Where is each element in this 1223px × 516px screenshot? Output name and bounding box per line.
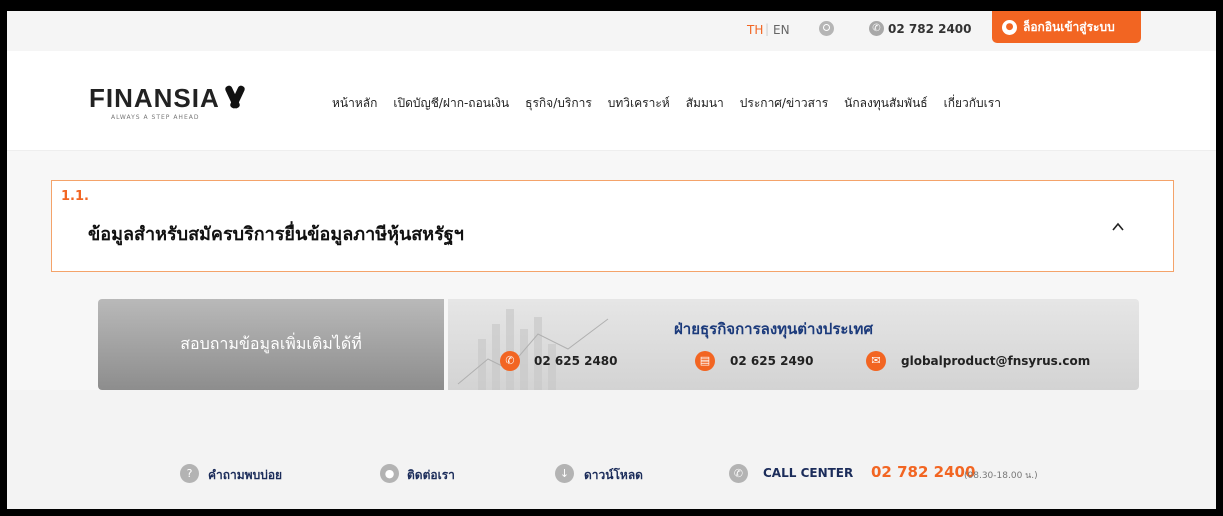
ribbon-icon	[224, 83, 246, 109]
accordion-section[interactable]: 1.1. ข้อมูลสำหรับสมัครบริการยื่นข้อมูลภา…	[51, 180, 1174, 272]
contact-email[interactable]: globalproduct@fnsyrus.com	[901, 354, 1090, 368]
footer-links: ? คำถามพบบ่อย ● ติดต่อเรา ↓ ดาวน์โหลด ✆ …	[7, 390, 1216, 509]
lock-icon: ●	[1002, 19, 1017, 35]
contact-details: ฝ่ายธุรกิจการลงทุนต่างประเทศ ✆ 02 625 24…	[448, 299, 1139, 390]
question-icon: ?	[180, 464, 199, 483]
nav-item-about[interactable]: เกี่ยวกับเรา	[944, 94, 1001, 113]
department-name: ฝ่ายธุรกิจการลงทุนต่างประเทศ	[674, 320, 873, 338]
logo-tagline: ALWAYS A STEP AHEAD	[111, 114, 200, 121]
callcenter-label: CALL CENTER	[763, 466, 854, 480]
site-header: FINANSIA ALWAYS A STEP AHEAD หน้าหลัก เป…	[7, 51, 1216, 151]
section-title: ข้อมูลสำหรับสมัครบริการยื่นข้อมูลภาษีหุ้…	[88, 224, 464, 245]
nav-item-news[interactable]: ประกาศ/ข่าวสาร	[740, 94, 828, 113]
contact-fax: 02 625 2490	[730, 354, 814, 368]
nav-item-research[interactable]: บทวิเคราะห์	[608, 94, 670, 113]
finansia-logo[interactable]: FINANSIA ALWAYS A STEP AHEAD	[89, 83, 246, 121]
chevron-up-icon[interactable]	[1112, 221, 1124, 233]
lang-th-link[interactable]: TH	[747, 23, 763, 37]
top-utility-bar: TH | EN ✆ 02 782 2400 ● ล็อกอินเข้าสู่ระ…	[7, 11, 1216, 51]
nav-item-open-account[interactable]: เปิดบัญชี/ฝาก-ถอนเงิน	[393, 94, 509, 113]
nav-item-investor-relations[interactable]: นักลงทุนสัมพันธ์	[844, 94, 927, 113]
download-link[interactable]: ดาวน์โหลด	[584, 466, 643, 485]
nav-item-home[interactable]: หน้าหลัก	[332, 94, 377, 113]
nav-item-seminar[interactable]: สัมมนา	[686, 94, 724, 113]
mail-icon: ✉	[866, 351, 886, 371]
callcenter-hours: (08.30-18.00 น.)	[964, 471, 1038, 481]
lang-en-link[interactable]: EN	[773, 23, 790, 37]
phone-icon: ✆	[729, 464, 748, 483]
login-button[interactable]: ● ล็อกอินเข้าสู่ระบบ	[992, 11, 1141, 43]
browser-viewport: TH | EN ✆ 02 782 2400 ● ล็อกอินเข้าสู่ระ…	[7, 11, 1216, 509]
contact-us-link[interactable]: ติดต่อเรา	[407, 466, 455, 485]
fax-icon: ▤	[695, 351, 715, 371]
main-nav: หน้าหลัก เปิดบัญชี/ฝาก-ถอนเงิน ธุรกิจ/บร…	[332, 94, 1001, 113]
callcenter-number[interactable]: 02 782 2400	[871, 463, 975, 481]
contact-prompt: สอบถามข้อมูลเพิ่มเติมได้ที่	[98, 299, 444, 390]
chart-decoration	[457, 309, 609, 390]
phone-icon: ✆	[869, 21, 884, 36]
top-phone-number[interactable]: 02 782 2400	[888, 22, 972, 36]
logo-text: FINANSIA	[89, 83, 220, 113]
section-number: 1.1.	[61, 189, 89, 204]
contact-tel[interactable]: 02 625 2480	[534, 354, 618, 368]
login-label: ล็อกอินเข้าสู่ระบบ	[1023, 19, 1115, 34]
location-pin-icon: ●	[380, 464, 399, 483]
lang-separator: |	[765, 22, 770, 36]
faq-link[interactable]: คำถามพบบ่อย	[208, 466, 282, 485]
search-icon[interactable]	[819, 21, 834, 36]
contact-banner: สอบถามข้อมูลเพิ่มเติมได้ที่ ฝ่ายธุรกิจกา…	[98, 299, 1139, 390]
download-icon: ↓	[555, 464, 574, 483]
nav-item-services[interactable]: ธุรกิจ/บริการ	[525, 94, 592, 113]
phone-icon: ✆	[500, 351, 520, 371]
